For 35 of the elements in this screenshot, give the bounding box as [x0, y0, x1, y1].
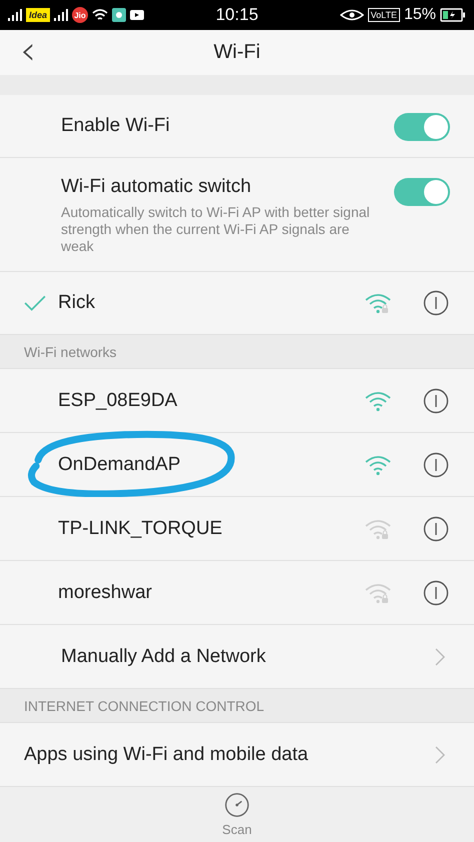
info-icon[interactable]	[423, 452, 449, 478]
battery-percent: 15%	[404, 6, 436, 24]
section-header: INTERNET CONNECTION CONTROL	[24, 698, 264, 714]
signal-icon	[8, 9, 22, 21]
chevron-icon	[435, 648, 445, 666]
info-icon[interactable]	[423, 516, 449, 542]
toggle-switch[interactable]	[394, 113, 450, 141]
setting-description: Automatically switch to Wi-Fi AP with better signal strength when the current Wi-Fi AP signals are weak	[61, 204, 371, 255]
wifi-icon	[92, 8, 108, 22]
clock: 10:15	[216, 5, 258, 25]
app-icon	[112, 8, 126, 22]
section-header: Wi-Fi networks	[24, 344, 117, 360]
network-name[interactable]: TP-LINK_TORQUE	[58, 518, 364, 540]
network-name[interactable]: OnDemandAP	[58, 454, 364, 476]
network-name[interactable]: moreshwar	[58, 582, 364, 604]
gauge-icon	[224, 792, 250, 818]
back-button[interactable]: ‹	[14, 32, 42, 70]
carrier-badge: Idea	[26, 8, 50, 22]
signal-icon	[54, 9, 68, 21]
network-name[interactable]: ESP_08E9DA	[58, 390, 364, 412]
battery-icon	[440, 8, 466, 22]
volte-badge: VoLTE	[368, 8, 400, 22]
toggle-switch[interactable]	[394, 178, 450, 206]
page-title: Wi-Fi	[214, 41, 260, 64]
info-icon[interactable]	[423, 290, 449, 316]
check-icon	[24, 295, 46, 311]
network-name: Rick	[58, 292, 96, 314]
eye-icon	[340, 9, 364, 21]
video-icon	[130, 8, 144, 22]
carrier-badge: Jio	[72, 7, 88, 23]
setting-label: Wi-Fi automatic switch	[61, 176, 252, 198]
info-icon[interactable]	[423, 388, 449, 414]
chevron-icon	[435, 746, 445, 764]
info-icon[interactable]	[423, 580, 449, 606]
setting-label: Enable Wi-Fi	[61, 115, 171, 137]
